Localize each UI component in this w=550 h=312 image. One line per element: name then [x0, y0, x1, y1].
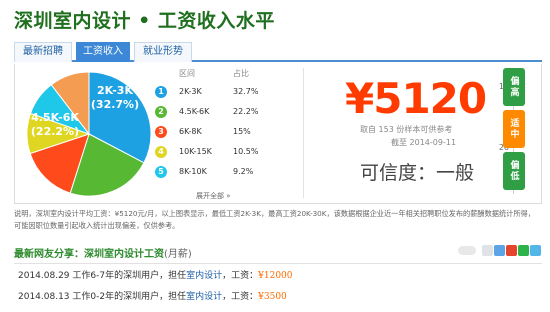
share-post: 2014.08.29 工作6-7年的深圳用户，担任室内设计，工资：¥12000: [18, 268, 293, 281]
page-title: 深圳室内设计 • 工资收入水平: [14, 10, 275, 32]
post-text: 工作6-7年的深圳用户，担任: [72, 271, 187, 281]
legend-percent: 9.2%: [233, 167, 254, 176]
share-subtitle: (月薪): [164, 249, 192, 260]
legend-number-badge: 2: [155, 106, 167, 118]
salary-pie-chart: 2K-3K (32.7%) 4.5K-6K (22.2%): [26, 71, 152, 197]
legend-number-badge: 4: [155, 146, 167, 158]
legend-row: 5 8K-10K 9.2%: [155, 166, 265, 180]
post-date: 2014.08.13: [18, 292, 70, 302]
post-job-link[interactable]: 室内设计: [186, 271, 222, 281]
post-date: 2014.08.29: [18, 271, 70, 281]
scale-high-badge: 偏高: [503, 68, 525, 106]
legend-number-badge: 3: [155, 126, 167, 138]
legend-row: 4 10K-15K 10.5%: [155, 146, 265, 160]
legend-percent: 15%: [233, 127, 251, 136]
post-text: ，工资：: [222, 292, 259, 302]
post-salary: ¥3500: [258, 292, 287, 302]
cutoff-date-text: 截至 2014-09-11: [391, 138, 457, 147]
tab-bar: 最新招聘 工资收入 就业形势: [14, 40, 542, 62]
scale-low-badge: 偏低: [503, 152, 525, 190]
post-job-link[interactable]: 室内设计: [186, 292, 222, 302]
average-salary: ¥5120: [345, 74, 487, 123]
legend-range: 6K-8K: [179, 127, 202, 136]
legend-row: 3 6K-8K 15%: [155, 126, 265, 140]
share-title: 最新网友分享：深圳室内设计工资(月薪): [14, 245, 192, 260]
legend-range: 8K-10K: [179, 167, 207, 176]
legend-percent: 10.5%: [233, 147, 259, 156]
scale-medium-badge: 适中: [503, 110, 525, 148]
sample-size-text: 取自 153 份样本可供参考: [360, 125, 453, 134]
share-title-text: 最新网友分享：深圳室内设计工资: [14, 249, 164, 260]
pie-label-percent-2: (22.2%): [31, 125, 79, 138]
share-toggle[interactable]: [458, 246, 476, 255]
salary-description: 说明，深圳室内设计平均工资：¥5120元/月，以上图表显示，最低工资2K-3K，…: [14, 209, 535, 230]
share-qzone-icon[interactable]: [494, 245, 505, 256]
salary-panel: 2K-3K (32.7%) 4.5K-6K (22.2%) 区间 占比 1 2K…: [14, 64, 542, 204]
legend-row: 1 2K-3K 32.7%: [155, 86, 265, 100]
legend-number-badge: 1: [155, 86, 167, 98]
post-text: ，工资：: [222, 271, 259, 281]
pie-label-percent-1: (32.7%): [91, 98, 139, 111]
share-weibo-icon[interactable]: [506, 245, 517, 256]
legend-range: 4.5K-6K: [179, 107, 210, 116]
expand-all-link[interactable]: 展开全部 »: [196, 191, 231, 201]
tab-salary-income[interactable]: 工资收入: [76, 42, 130, 62]
share-tencent-icon[interactable]: [530, 245, 541, 256]
legend-header-range: 区间: [179, 69, 195, 78]
legend-percent: 32.7%: [233, 87, 259, 96]
panel-divider: [303, 68, 304, 198]
pie-label-range-1: 2K-3K: [97, 84, 133, 97]
legend-header-percent: 占比: [233, 69, 249, 78]
pie-label-range-2: 4.5K-6K: [31, 111, 79, 124]
share-more-icon[interactable]: [482, 245, 493, 256]
credibility-text: 可信度：一般: [360, 162, 475, 184]
post-salary: ¥12000: [258, 271, 293, 281]
tab-latest-jobs[interactable]: 最新招聘: [14, 42, 72, 62]
post-text: 工作0-2年的深圳用户，担任: [72, 292, 187, 302]
share-post: 2014.08.13 工作0-2年的深圳用户，担任室内设计，工资：¥3500: [18, 289, 287, 302]
legend-row: 2 4.5K-6K 22.2%: [155, 106, 265, 120]
tab-employment-trend[interactable]: 就业形势: [134, 42, 192, 62]
legend-percent: 22.2%: [233, 107, 259, 116]
legend-range: 10K-15K: [179, 147, 212, 156]
legend-range: 2K-3K: [179, 87, 202, 96]
legend-number-badge: 5: [155, 166, 167, 178]
share-header: 最新网友分享：深圳室内设计工资(月薪): [14, 242, 542, 264]
share-wechat-icon[interactable]: [518, 245, 529, 256]
